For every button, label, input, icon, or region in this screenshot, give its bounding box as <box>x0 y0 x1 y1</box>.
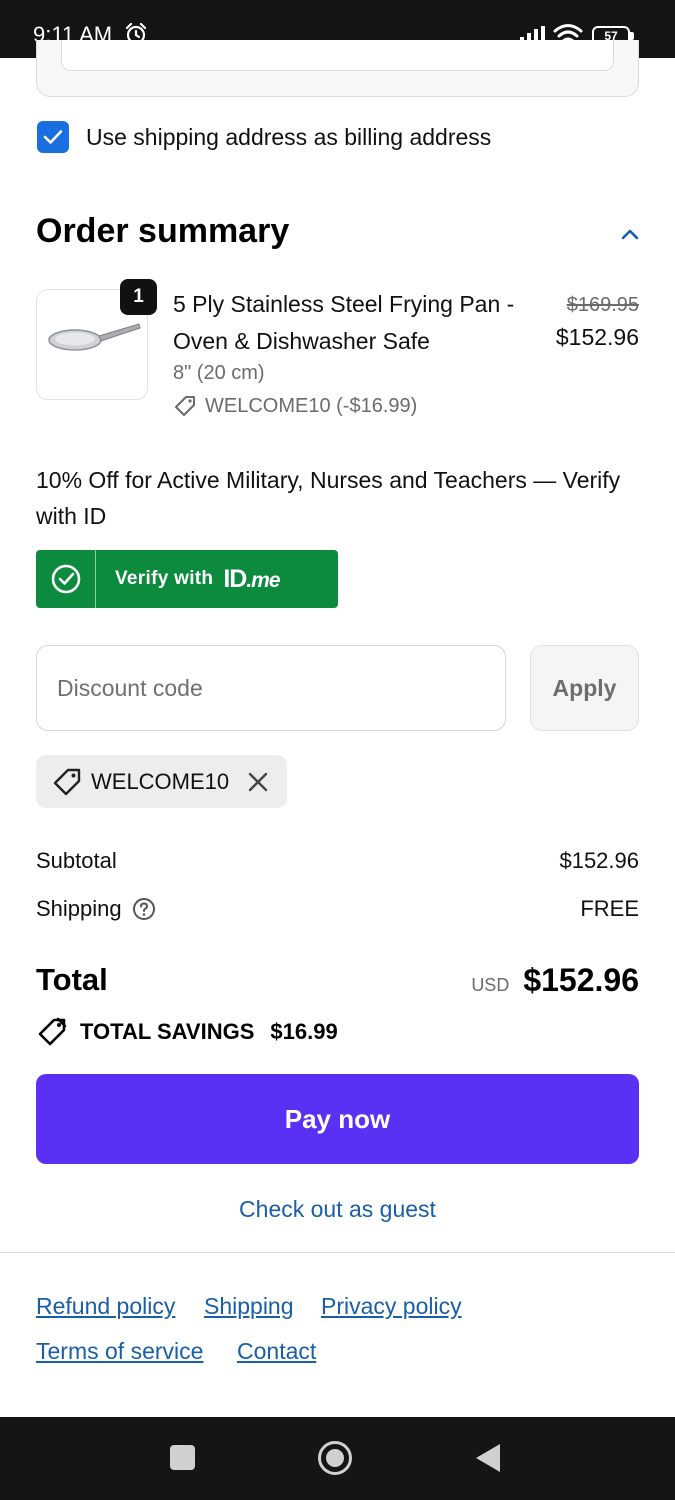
shipping-row-label: Shipping <box>36 896 156 922</box>
product-title: 5 Ply Stainless Steel Frying Pan - Oven … <box>173 291 515 354</box>
terms-of-service-link[interactable]: Terms of service <box>36 1338 203 1365</box>
total-savings-amount: $16.99 <box>270 1019 338 1044</box>
apply-button[interactable]: Apply <box>530 645 639 731</box>
applied-discount-chip: WELCOME10 <box>36 755 287 808</box>
product-variant: 8" (20 cm) <box>173 362 265 384</box>
subtotal-value: $152.96 <box>559 848 639 873</box>
shipping-policy-link[interactable]: Shipping <box>204 1293 294 1320</box>
pay-now-button[interactable]: Pay now <box>36 1074 639 1164</box>
quantity-badge: 1 <box>120 279 157 315</box>
subtotal-label: Subtotal <box>36 848 117 873</box>
product-discount-label: WELCOME10 (-$16.99) <box>205 394 418 417</box>
idme-logo: ID.me <box>223 564 280 593</box>
price-original: $169.95 <box>566 294 639 316</box>
order-summary-title: Order summary <box>36 212 290 250</box>
checkmark-icon <box>43 130 63 144</box>
nav-recents-icon[interactable] <box>170 1445 195 1470</box>
verify-idme-button[interactable]: Verify with ID.me <box>36 550 338 608</box>
billing-address-checkbox[interactable] <box>37 121 69 153</box>
total-value-group: USD $152.96 <box>471 962 639 999</box>
tag-icon <box>175 396 195 416</box>
help-circle-icon[interactable] <box>132 897 156 921</box>
total-amount: $152.96 <box>523 962 639 998</box>
product-discount: WELCOME10 (-$16.99) <box>173 394 417 418</box>
military-discount-text: 10% Off for Active Military, Nurses and … <box>36 467 621 529</box>
total-savings-label: TOTAL SAVINGS <box>80 1019 255 1044</box>
price-current: $152.96 <box>555 324 639 350</box>
total-label: Total <box>36 962 108 997</box>
shipping-address-card <box>36 40 639 97</box>
shipping-label: Shipping <box>36 896 122 921</box>
savings-tag-icon <box>38 1017 67 1046</box>
footer-divider <box>0 1252 675 1253</box>
chevron-up-icon[interactable] <box>618 224 642 244</box>
applied-discount-code: WELCOME10 <box>91 768 230 794</box>
shipping-value: FREE <box>580 896 639 921</box>
verify-idme-label: Verify with <box>115 568 214 589</box>
checkout-as-guest-link[interactable]: Check out as guest <box>0 1196 675 1223</box>
idme-check-icon <box>36 550 96 608</box>
nav-back-icon[interactable] <box>475 1443 501 1473</box>
total-savings: TOTAL SAVINGS $16.99 <box>36 1016 338 1048</box>
billing-address-label[interactable]: Use shipping address as billing address <box>86 124 491 151</box>
discount-code-input[interactable] <box>36 645 506 731</box>
contact-link[interactable]: Contact <box>237 1338 316 1365</box>
tag-icon <box>53 768 81 795</box>
nav-home-icon[interactable] <box>317 1440 353 1476</box>
total-currency: USD <box>471 975 510 995</box>
privacy-policy-link[interactable]: Privacy policy <box>321 1293 462 1320</box>
refund-policy-link[interactable]: Refund policy <box>36 1293 175 1320</box>
close-icon[interactable] <box>247 771 269 793</box>
address-field[interactable] <box>61 40 614 71</box>
